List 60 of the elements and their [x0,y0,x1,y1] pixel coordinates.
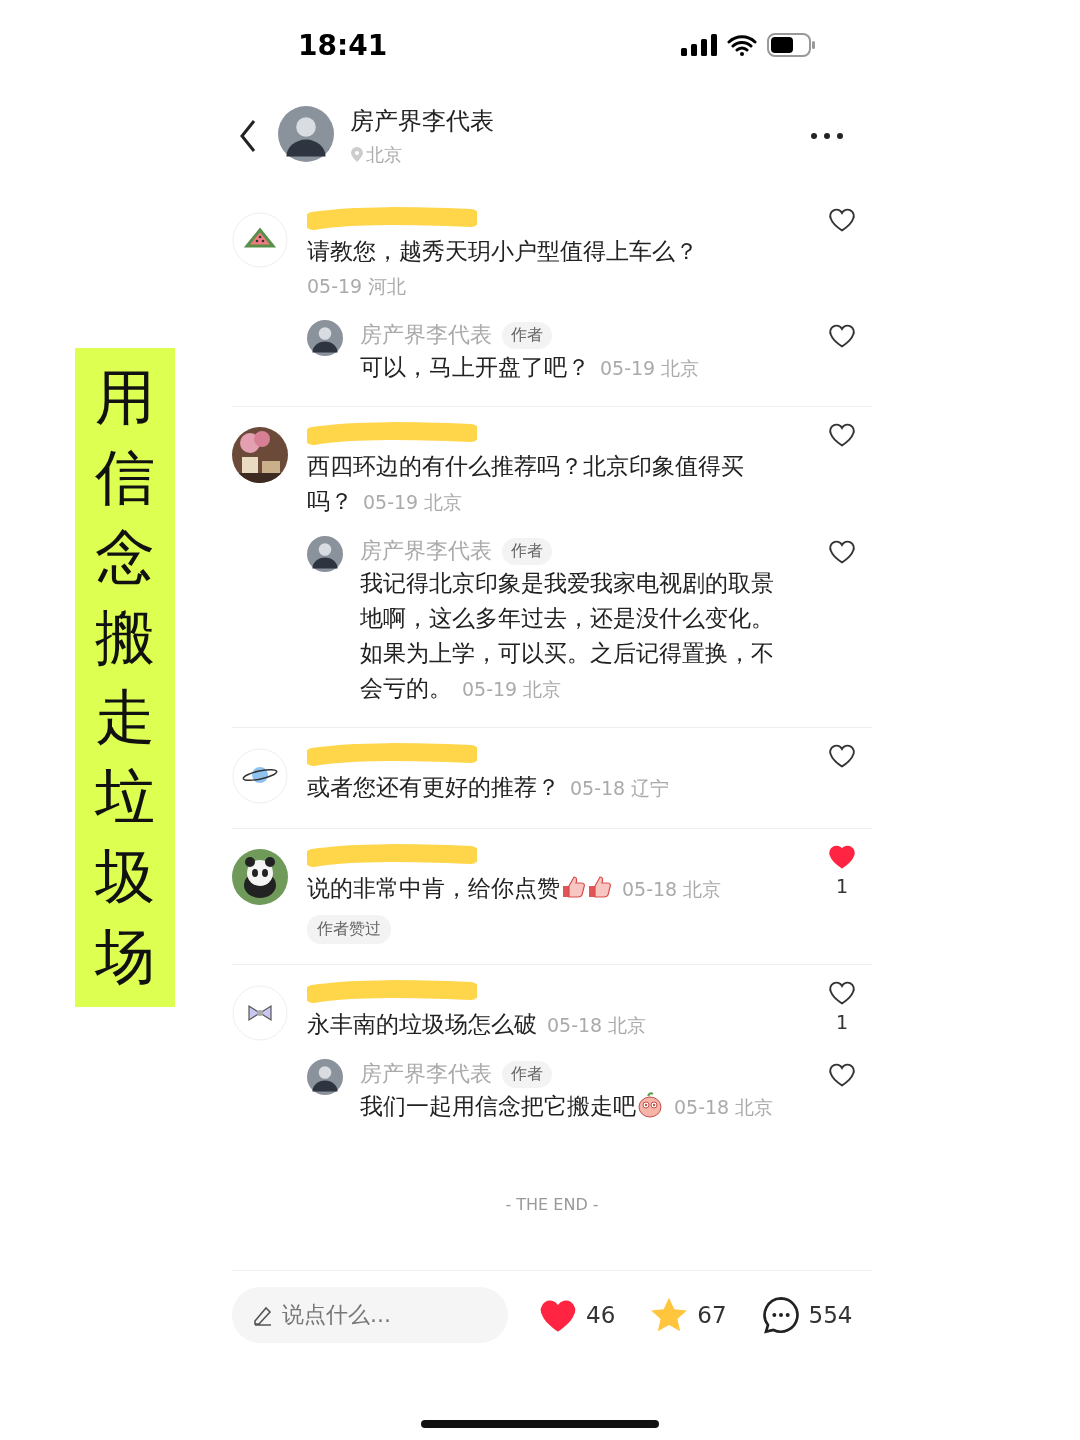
comment-text: 说的非常中肯，给你点赞 05-18 北京 [307,873,723,903]
star-count: 67 [697,1302,727,1328]
author-badge: 作者 [502,321,552,349]
comment-text: 或者您还有更好的推荐？ 05-18 辽宁 [307,773,671,802]
comment-date: 05-19 河北 [307,274,408,299]
comment-text: 西四环边的有什么推荐吗？北京印象值得买吗？ 05-19 北京 [307,452,745,516]
bow-avatar-icon[interactable] [232,985,288,1041]
author-liked-tag: 作者赞过 [307,915,391,944]
heart-icon[interactable] [828,322,856,350]
comment-count: 554 [808,1302,853,1328]
signal-icon [681,34,717,56]
status-time: 18:41 [298,28,388,62]
back-icon[interactable] [238,119,258,153]
reply-author-name[interactable]: 房产界李代表 [360,1059,492,1089]
reply-author-name[interactable]: 房产界李代表 [360,536,492,566]
heart-icon[interactable] [828,979,856,1007]
comment-date: 05-19 北京 [600,357,700,379]
like-count: 1 [835,1011,849,1033]
caption-text: 用信念搬走垃圾场 [95,361,155,993]
blushing-face-icon [636,1091,664,1119]
more-icon[interactable] [810,132,844,140]
comment-date: 05-18 辽宁 [570,777,670,799]
author-name[interactable]: 房产界李代表 [350,105,810,137]
thumbs-up-icon [586,874,612,900]
planet-avatar-icon[interactable] [232,748,288,804]
comment-text: 永丰南的垃圾场怎么破 05-18 北京 [307,1010,648,1039]
watermelon-avatar-icon[interactable] [232,212,288,268]
comment-date: 05-18 北京 [622,878,722,900]
comment-text: 可以，马上开盘了吧？ 05-19 北京 [360,353,701,382]
author-location: 北京 [350,143,810,167]
avatar-icon[interactable] [307,536,343,572]
comment-input[interactable]: 说点什么... [232,1287,508,1343]
avatar-icon[interactable] [307,320,343,356]
comment-bubble-icon[interactable] [760,1295,801,1335]
like-count: 46 [586,1302,616,1328]
reply-author-name[interactable]: 房产界李代表 [360,320,492,350]
battery-icon [767,33,815,57]
thumbs-up-icon [560,874,586,900]
heart-icon[interactable] [828,538,856,566]
comment-text: 请教您，越秀天玥小户型值得上车么？ 05-19 河北 [307,234,755,304]
pencil-icon [252,1304,274,1326]
wifi-icon [727,34,757,56]
comment-date: 05-18 北京 [674,1096,774,1118]
heart-icon[interactable] [828,206,856,234]
heart-icon[interactable] [828,742,856,770]
avatar-icon[interactable] [278,106,334,162]
comment-text: 我们一起用信念把它搬走吧 05-18 北京 [360,1090,775,1121]
heart-icon[interactable] [828,421,856,449]
star-icon[interactable] [649,1296,690,1334]
end-text: - THE END - [505,1195,599,1214]
comment-date: 05-19 北京 [462,678,562,700]
author-badge: 作者 [502,537,552,565]
author-badge: 作者 [502,1060,552,1088]
comment-date: 05-19 北京 [363,491,463,513]
heart-icon[interactable] [828,1061,856,1089]
like-count: 1 [835,875,849,897]
comment-date: 05-18 北京 [547,1014,647,1036]
comment-text: 我记得北京印象是我爱我家电视剧的取景地啊，这么多年过去，还是没什么变化。如果为上学，可以买。之后记得置换，不会亏的。 05-19 北京 [360,569,775,703]
location-pin-icon [350,147,364,163]
avatar-icon[interactable] [307,1059,343,1095]
